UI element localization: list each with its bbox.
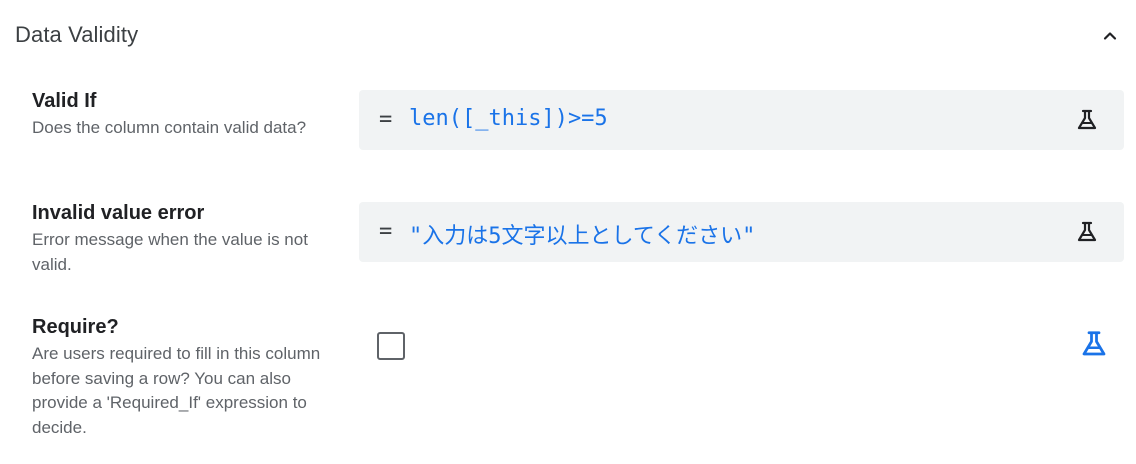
require-row: Require? Are users required to fill in t… — [0, 314, 1136, 454]
valid-if-test-button[interactable] — [1073, 106, 1101, 134]
require-label: Require? — [32, 316, 119, 338]
collapse-button[interactable] — [1098, 24, 1122, 48]
valid-if-description: Does the column contain valid data? — [32, 118, 307, 137]
flask-icon — [1077, 109, 1097, 130]
invalid-value-error-description: Error message when the value is not vali… — [32, 230, 308, 274]
require-checkbox[interactable] — [377, 332, 405, 360]
require-expression-button[interactable] — [1078, 328, 1110, 360]
flask-icon — [1082, 331, 1106, 356]
expression-prefix: = — [379, 107, 393, 132]
invalid-value-error-row: Invalid value error Error message when t… — [0, 200, 1136, 280]
section-header[interactable]: Data Validity — [0, 0, 1136, 70]
require-description: Are users required to fill in this colum… — [32, 344, 321, 437]
valid-if-label-block: Valid If Does the column contain valid d… — [32, 88, 322, 141]
invalid-value-error-label: Invalid value error — [32, 202, 205, 224]
chevron-up-icon — [1103, 32, 1117, 40]
section-title: Data Validity — [15, 22, 139, 47]
invalid-value-error-test-button[interactable] — [1073, 218, 1101, 246]
invalid-value-error-expression[interactable]: "入力は5文字以上としてください" — [409, 218, 755, 250]
valid-if-expression[interactable]: len([_this])>=5 — [409, 106, 608, 131]
invalid-value-error-expression-field[interactable]: = "入力は5文字以上としてください" — [359, 202, 1124, 262]
valid-if-label: Valid If — [32, 90, 97, 112]
expression-prefix: = — [379, 219, 393, 244]
valid-if-expression-field[interactable]: = len([_this])>=5 — [359, 90, 1124, 150]
require-label-block: Require? Are users required to fill in t… — [32, 314, 322, 440]
flask-icon — [1077, 221, 1097, 242]
invalid-value-error-label-block: Invalid value error Error message when t… — [32, 200, 322, 277]
valid-if-row: Valid If Does the column contain valid d… — [0, 88, 1136, 168]
